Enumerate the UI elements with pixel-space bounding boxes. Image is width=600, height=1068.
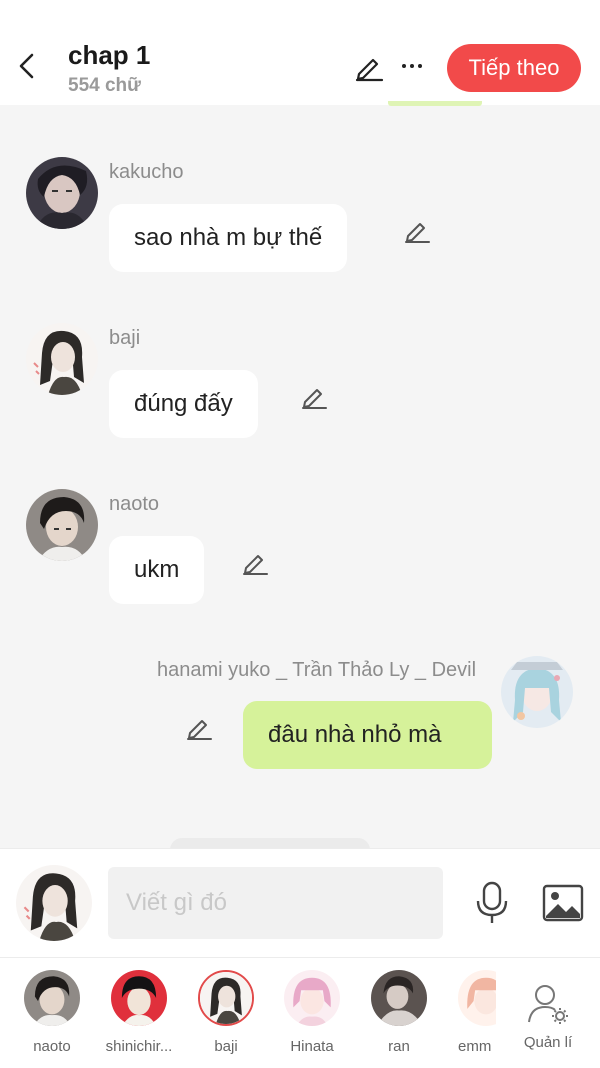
- character-name: emm: [458, 1038, 492, 1055]
- avatar: [371, 970, 427, 1026]
- manage-label: Quản lí: [523, 1034, 573, 1051]
- more-dots-icon[interactable]: [400, 55, 426, 79]
- character-name: Hinata: [290, 1038, 334, 1055]
- character-bar: naoto shinichir... baji Hinata ran emm Q…: [0, 957, 600, 1068]
- character-name: shinichir...: [105, 1038, 173, 1055]
- character-item[interactable]: shinichir...: [99, 970, 179, 1055]
- character-item[interactable]: baji: [186, 970, 266, 1055]
- chat-area[interactable]: kakucho sao nhà m bự thế baji đúng đấy n…: [0, 105, 600, 848]
- scroll-indicator: [388, 101, 482, 106]
- pencil-icon[interactable]: [403, 216, 431, 244]
- avatar: [284, 970, 340, 1026]
- pencil-icon[interactable]: [354, 52, 384, 82]
- top-bar: chap 1 554 chữ Tiếp theo: [0, 0, 600, 105]
- message-bubble[interactable]: ukm: [109, 536, 205, 604]
- word-count: 554 chữ: [68, 75, 141, 96]
- message-bubble[interactable]: đúng đấy: [109, 370, 258, 438]
- current-character-avatar[interactable]: [16, 865, 92, 941]
- character-name: baji: [214, 1038, 238, 1055]
- image-icon[interactable]: [542, 883, 584, 923]
- pencil-icon[interactable]: [300, 382, 328, 410]
- avatar[interactable]: [26, 157, 98, 229]
- faded-bubble: [170, 838, 370, 848]
- character-item[interactable]: ran: [359, 970, 439, 1055]
- character-name: naoto: [33, 1038, 71, 1055]
- pencil-icon[interactable]: [185, 713, 213, 741]
- composer-bar: Viết gì đó: [0, 848, 600, 957]
- back-arrow-icon[interactable]: [14, 52, 40, 80]
- sender-name: hanami yuko _ Trần Thảo Ly _ Devil: [157, 659, 477, 681]
- avatar: [24, 970, 80, 1026]
- avatar-selected: [198, 970, 254, 1026]
- avatar: [111, 970, 167, 1026]
- avatar: [458, 970, 496, 1026]
- pencil-icon[interactable]: [241, 548, 269, 576]
- avatar[interactable]: [26, 323, 98, 395]
- next-chapter-button[interactable]: Tiếp theo: [447, 44, 581, 92]
- character-item[interactable]: naoto: [12, 970, 92, 1055]
- sender-name: kakucho: [109, 161, 184, 183]
- sender-name: naoto: [109, 493, 160, 515]
- character-item[interactable]: Hinata: [272, 970, 352, 1055]
- microphone-icon[interactable]: [474, 881, 510, 925]
- message-bubble[interactable]: đâu nhà nhỏ mà: [243, 701, 492, 769]
- message-input[interactable]: Viết gì đó: [108, 867, 443, 939]
- avatar[interactable]: [501, 656, 573, 728]
- chapter-title[interactable]: chap 1: [68, 40, 150, 71]
- character-name: ran: [388, 1038, 410, 1055]
- avatar[interactable]: [26, 489, 98, 561]
- message-bubble[interactable]: sao nhà m bự thế: [109, 204, 348, 272]
- sender-name: baji: [109, 327, 141, 349]
- character-item[interactable]: emm: [444, 970, 496, 1055]
- manage-characters-button[interactable]: Quản lí: [512, 982, 584, 1051]
- user-settings-icon: [528, 985, 568, 1024]
